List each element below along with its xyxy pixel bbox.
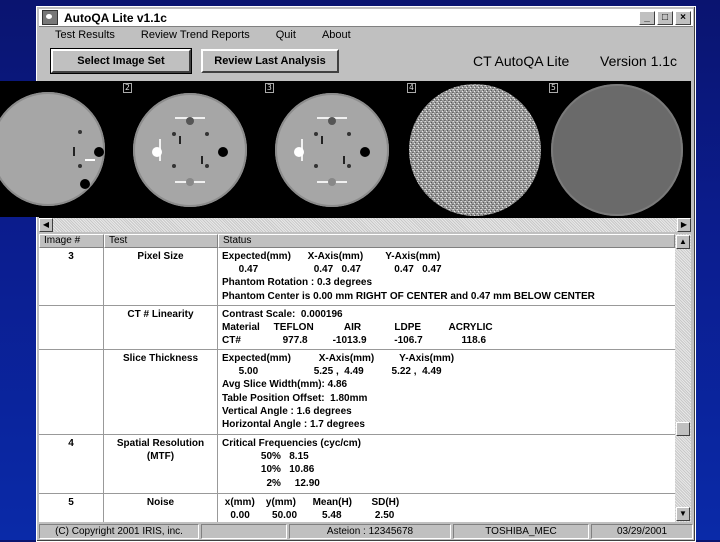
- status-line: Table Position Offset: 1.80mm: [222, 392, 368, 404]
- status-line: 10% 10.86: [222, 464, 315, 476]
- status-cell: Expected(mm) X-Axis(mm) Y-Axis(mm) 5.00 …: [218, 350, 675, 434]
- table-row[interactable]: CT # Linearity Contrast Scale: 0.000196 Ma…: [39, 306, 675, 350]
- status-cell: Critical Frequencies (cyc/cm) 50% 8.15 1…: [218, 435, 675, 493]
- test-name-cell: CT # Linearity: [104, 306, 218, 349]
- column-image-number[interactable]: Image #: [39, 234, 104, 248]
- status-cell: x(mm) y(mm) Mean(H) SD(H) 0.00 50.00 5.4…: [218, 494, 675, 522]
- menu-review-trend-reports[interactable]: Review Trend Reports: [128, 27, 263, 43]
- status-line: 0.00 50.00 5.48 2.50: [222, 510, 395, 522]
- image-number-cell: 5: [39, 494, 104, 522]
- test-name-cell: Slice Thickness: [104, 350, 218, 434]
- status-line: Horizontal Angle : 1.7 degrees: [222, 419, 365, 431]
- toolbar: Select Image Set Review Last Analysis CT…: [39, 45, 693, 79]
- image-number-cell: [39, 306, 104, 349]
- menu-test-results[interactable]: Test Results: [39, 27, 128, 43]
- window-title: AutoQA Lite v1.1c: [64, 10, 167, 25]
- status-date: 03/29/2001: [591, 524, 693, 539]
- image-strip: 2 3 4 5: [0, 81, 691, 219]
- image-number-cell: 3: [39, 248, 104, 305]
- status-line: 0.47 0.47 0.47 0.47 0.47: [222, 264, 442, 276]
- close-button[interactable]: ×: [675, 10, 691, 25]
- table-row[interactable]: 3 Pixel Size Expected(mm) X-Axis(mm) Y-Axi…: [39, 248, 675, 306]
- select-image-set-button[interactable]: Select Image Set: [50, 48, 192, 74]
- image-number-cell: [39, 350, 104, 434]
- status-line: Contrast Scale: 0.000196: [222, 309, 343, 320]
- thumbnail-5[interactable]: 5: [547, 81, 687, 217]
- app-icon[interactable]: [42, 10, 58, 25]
- table-body: 3 Pixel Size Expected(mm) X-Axis(mm) Y-Axi…: [39, 248, 675, 522]
- menu-quit[interactable]: Quit: [263, 27, 309, 43]
- thumbnail-3[interactable]: 3: [263, 81, 403, 217]
- column-status[interactable]: Status: [218, 234, 675, 248]
- status-line: Material TEFLON AIR LDPE ACRYLIC: [222, 322, 493, 334]
- status-line: 50% 8.15: [222, 451, 309, 463]
- noise-image: [409, 84, 541, 216]
- scroll-left-icon[interactable]: ◀: [39, 218, 53, 232]
- status-line: Critical Frequencies (cyc/cm): [222, 438, 361, 449]
- version-label: Version 1.1c: [600, 53, 678, 69]
- status-copyright: (C) Copyright 2001 IRIS, inc.: [39, 524, 199, 539]
- test-subname: (MTF): [146, 451, 175, 462]
- status-line: Expected(mm) X-Axis(mm) Y-Axis(mm): [222, 251, 441, 262]
- uniform-image: [551, 84, 683, 216]
- horizontal-scrollbar[interactable]: ◀ ▶: [39, 218, 691, 232]
- table-header: Image # Test Status: [39, 234, 675, 248]
- app-window: AutoQA Lite v1.1c _ □ × Test Results Rev…: [0, 6, 696, 542]
- test-name: Pixel Size: [137, 251, 184, 262]
- thumbnail-number: 4: [407, 83, 416, 93]
- results-table: Image # Test Status 3 Pixel Size Expected(…: [39, 234, 691, 522]
- thumbnail-1[interactable]: [0, 81, 119, 217]
- test-name: Spatial Resolution: [116, 438, 205, 449]
- status-line: 5.00 5.25 , 4.49 5.22 , 4.49: [222, 366, 442, 378]
- menu-bar: Test Results Review Trend Reports Quit A…: [39, 27, 693, 43]
- product-name: CT AutoQA Lite: [473, 53, 570, 69]
- status-line: x(mm) y(mm) Mean(H) SD(H): [222, 497, 400, 508]
- status-line: Vertical Angle : 1.6 degrees: [222, 405, 352, 417]
- test-name-cell: Spatial Resolution (MTF): [104, 435, 218, 493]
- thumbnail-number: 3: [265, 83, 274, 93]
- status-line: CT# 977.8 -1013.9 -106.7 118.6: [222, 335, 487, 347]
- window-controls: _ □ ×: [639, 10, 691, 25]
- column-test[interactable]: Test: [104, 234, 218, 248]
- table-row[interactable]: 5 Noise x(mm) y(mm) Mean(H) SD(H) 0.00 50…: [39, 494, 675, 522]
- status-cell: Expected(mm) X-Axis(mm) Y-Axis(mm) 0.47 …: [218, 248, 675, 305]
- table-row[interactable]: Slice Thickness Expected(mm) X-Axis(mm) Y…: [39, 350, 675, 435]
- minimize-button[interactable]: _: [639, 10, 655, 25]
- status-cell: Contrast Scale: 0.000196 Material TEFLON …: [218, 306, 675, 349]
- test-name: CT # Linearity: [127, 309, 194, 320]
- scroll-right-icon[interactable]: ▶: [677, 218, 691, 232]
- table-row[interactable]: 4 Spatial Resolution (MTF) Critical Frequen…: [39, 435, 675, 494]
- phantom-image: [0, 92, 105, 206]
- status-bar: (C) Copyright 2001 IRIS, inc. Asteion : …: [39, 524, 693, 539]
- vertical-scrollbar[interactable]: ▲ ▼: [675, 234, 691, 522]
- status-line: Phantom Rotation : 0.3 degrees: [222, 277, 373, 289]
- status-manufacturer: TOSHIBA_MEC: [453, 524, 589, 539]
- phantom-image: [133, 93, 247, 207]
- status-scanner: Asteion : 12345678: [289, 524, 451, 539]
- scroll-down-icon[interactable]: ▼: [676, 507, 690, 521]
- test-name-cell: Pixel Size: [104, 248, 218, 305]
- status-empty: [201, 524, 287, 539]
- maximize-button[interactable]: □: [657, 10, 673, 25]
- thumbnail-number: 2: [123, 83, 132, 93]
- title-bar[interactable]: AutoQA Lite v1.1c _ □ ×: [39, 9, 693, 27]
- thumbnail-4[interactable]: 4: [405, 81, 545, 217]
- phantom-image: [275, 93, 389, 207]
- test-name: Noise: [146, 497, 175, 508]
- thumbnail-2[interactable]: 2: [121, 81, 261, 217]
- review-last-analysis-button[interactable]: Review Last Analysis: [201, 49, 339, 73]
- status-line: 2% 12.90: [222, 477, 320, 489]
- test-name-cell: Noise: [104, 494, 218, 522]
- thumbnail-number: 5: [549, 83, 558, 93]
- image-number-cell: 4: [39, 435, 104, 493]
- menu-about[interactable]: About: [309, 27, 364, 43]
- scroll-thumb[interactable]: [676, 422, 690, 436]
- test-name: Slice Thickness: [122, 353, 199, 364]
- status-line: Phantom Center is 0.00 mm RIGHT OF CENTE…: [222, 290, 595, 302]
- scroll-up-icon[interactable]: ▲: [676, 235, 690, 249]
- status-line: Expected(mm) X-Axis(mm) Y-Axis(mm): [222, 353, 455, 364]
- status-line: Avg Slice Width(mm): 4.86: [222, 379, 348, 391]
